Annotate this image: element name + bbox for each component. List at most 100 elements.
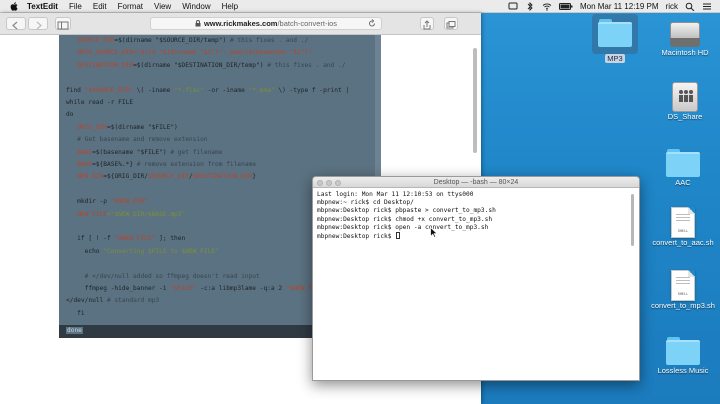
share-icon[interactable]: [420, 17, 434, 30]
shell-script-icon: SHELL: [671, 270, 695, 301]
code-token: ="$NEW_DIR/$BASE.mp3": [107, 210, 186, 218]
desktop-icon-label: convert_to_aac.sh: [652, 238, 714, 247]
code-token: # Get basename and remove extension: [66, 136, 208, 144]
terminal-titlebar[interactable]: Desktop — -bash — 80×24: [313, 177, 639, 188]
code-token: =$(dirname "$SOURCE_DIR/temp"): [114, 37, 227, 44]
code-token: </dev/null: [66, 297, 104, 305]
code-token: # get filename: [166, 148, 223, 156]
control-list-icon[interactable]: [702, 2, 712, 11]
desktop-icon-convert-to-mp3[interactable]: SHELL convert_to_mp3.sh: [648, 270, 718, 310]
forward-button[interactable]: [28, 17, 48, 30]
code-line: DESTINATION_DIR=$(dirname "$DESTINATION_…: [66, 62, 345, 71]
code-line: ORIG_SOURCE_DIR="$(cd "$(dirname "$1")";…: [66, 49, 312, 58]
bluetooth-icon[interactable]: [525, 2, 535, 11]
code-token: BASE: [77, 148, 93, 156]
selection-highlight: [592, 14, 638, 54]
code-token: $SOURCE_DIR: [147, 173, 189, 181]
folder-icon: [666, 336, 700, 366]
minimize-button[interactable]: [326, 180, 332, 186]
terminal-title: Desktop — -bash — 80×24: [433, 179, 519, 186]
desktop-icon-convert-to-aac[interactable]: SHELL convert_to_aac.sh: [648, 207, 718, 247]
desktop-icon-label: DS_Share: [667, 112, 703, 121]
menu-bar: TextEdit File Edit Format View Window He…: [0, 0, 720, 13]
menu-help[interactable]: Help: [222, 2, 238, 11]
code-line: while read -r FILE: [66, 99, 133, 108]
code-line: NEW_DIR=${ORIG_DIR/$SOURCE_DIR/$DESTINAT…: [66, 173, 256, 182]
close-button[interactable]: [317, 180, 323, 186]
desktop-icon-label: AAC: [675, 178, 691, 187]
network-share-icon: [672, 82, 698, 112]
lock-icon: [195, 20, 201, 27]
terminal-window[interactable]: Desktop — -bash — 80×24 Last login: Mon …: [312, 176, 640, 381]
desktop-icon-ds-share[interactable]: DS_Share: [650, 82, 720, 121]
code-token: -c:a libmp3lame -q:a 2: [196, 285, 286, 292]
desktop-icon-mp3[interactable]: MP3: [580, 14, 650, 63]
code-line: </dev/null # standard mp3: [66, 297, 159, 306]
terminal-cursor: [396, 232, 401, 240]
sidebar-icon[interactable]: [55, 17, 71, 30]
code-line: ORIG_DIR=$(dirname "$FILE"): [66, 124, 178, 133]
code-token: NEW_FILE: [77, 210, 107, 218]
menu-textedit[interactable]: TextEdit: [27, 2, 58, 11]
zoom-button[interactable]: [335, 180, 341, 186]
code-line: SOURCE_DIR=$(dirname "$SOURCE_DIR/temp")…: [66, 37, 308, 46]
code-token: =${BASE%.*}: [92, 161, 134, 168]
terminal-output[interactable]: Last login: Mon Mar 11 12:10:53 on ttys0…: [313, 188, 639, 244]
code-line: if [ ! -f "$NEW_FILE" ]; then: [66, 235, 185, 244]
shell-script-icon: SHELL: [671, 207, 695, 238]
terminal-scrollbar[interactable]: [631, 194, 634, 246]
desktop-icon-macintosh-hd[interactable]: Macintosh HD: [650, 20, 720, 57]
code-token: # this fixes . and ./: [263, 61, 346, 69]
desktop-icon-lossless-music[interactable]: Lossless Music: [648, 336, 718, 375]
reload-icon[interactable]: [368, 19, 376, 28]
code-token: do: [66, 111, 74, 119]
code-line: echo "Converting $FILE to $NEW_FILE": [66, 248, 219, 257]
code-token: NEW_DIR: [77, 173, 104, 181]
folder-icon: [666, 148, 700, 178]
clock[interactable]: Mon Mar 11 12:19 PM: [580, 2, 659, 11]
menu-view[interactable]: View: [154, 2, 171, 11]
tabs-overview-icon[interactable]: [444, 17, 458, 30]
battery-icon[interactable]: [558, 2, 573, 11]
code-token: if [ ! -f: [66, 235, 115, 243]
code-token: "Converting $FILE to $NEW_FILE": [103, 247, 219, 255]
code-token: =$(dirname "$FILE"): [107, 123, 178, 131]
hard-disk-icon: [670, 20, 700, 48]
code-last-line[interactable]: done: [66, 327, 83, 334]
terminal-line: mbpnew:~ rick$ cd Desktop/: [317, 199, 414, 207]
code-token: # remove extension from filename: [133, 161, 257, 168]
code-token: mkdir -p: [66, 198, 111, 206]
page-scrollbar[interactable]: [473, 48, 477, 153]
wifi-icon[interactable]: [542, 2, 552, 11]
url-bar[interactable]: www.rickmakes.com/batch-convert-ios: [150, 17, 382, 30]
desktop-icon-aac[interactable]: AAC: [648, 148, 718, 187]
menu-format[interactable]: Format: [118, 2, 143, 11]
code-token: }: [252, 173, 257, 181]
apple-icon[interactable]: [10, 1, 18, 11]
code-token: "*.flac": [174, 86, 204, 94]
file-type-tag: SHELL: [677, 293, 689, 297]
code-token: BASE: [77, 161, 93, 168]
menu-window[interactable]: Window: [182, 2, 210, 11]
search-icon[interactable]: [685, 2, 695, 11]
back-button[interactable]: [6, 17, 26, 30]
code-line: NEW_FILE="$NEW_DIR/$BASE.mp3": [66, 211, 185, 220]
code-line: # </dev/null added so ffmpeg doesn't rea…: [66, 273, 260, 282]
code-token: # standard mp3: [103, 297, 160, 305]
code-token: "$NEW_DIR": [110, 198, 148, 206]
menu-file[interactable]: File: [69, 2, 82, 11]
code-token: # this fixes . and ./: [226, 37, 309, 44]
code-token: fi: [66, 309, 85, 317]
user-name[interactable]: rick: [666, 2, 678, 11]
screen-icon[interactable]: [508, 2, 518, 11]
code-token: -or -iname: [203, 86, 249, 94]
menu-edit[interactable]: Edit: [93, 2, 107, 11]
code-token: \( -iname: [133, 86, 175, 94]
